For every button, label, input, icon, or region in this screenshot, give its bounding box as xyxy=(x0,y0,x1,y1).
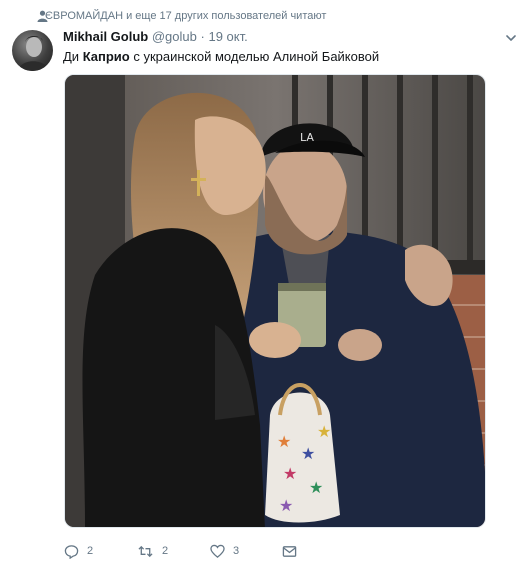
svg-text:LA: LA xyxy=(300,131,314,144)
author-handle[interactable]: @golub xyxy=(152,29,197,44)
svg-text:★: ★ xyxy=(317,422,331,441)
direct-message-button[interactable] xyxy=(282,541,297,561)
svg-text:★: ★ xyxy=(309,478,323,497)
tweet-timestamp[interactable]: 19 окт. xyxy=(208,29,247,44)
avatar[interactable] xyxy=(12,30,53,71)
avatar-photo xyxy=(18,36,49,71)
like-count: 3 xyxy=(233,545,240,557)
heart-icon xyxy=(210,544,225,558)
envelope-icon xyxy=(282,545,297,557)
reply-count: 2 xyxy=(87,545,94,557)
tweet-actions: 2 2 3 xyxy=(64,541,484,561)
reply-button[interactable]: 2 xyxy=(64,541,93,561)
retweet-icon xyxy=(138,545,153,557)
author-name[interactable]: Mikhail Golub xyxy=(63,29,148,44)
person-icon xyxy=(37,10,48,22)
tweet-header: Mikhail Golub @golub · 19 окт. xyxy=(63,28,248,45)
social-context-text: ЄВРОМАЙДАН и еще 17 других пользователей… xyxy=(45,10,327,22)
tweet-photo[interactable]: LA ★ ★ ★ ★ ★ ★ xyxy=(64,74,486,528)
retweet-count: 2 xyxy=(162,545,169,557)
social-context[interactable]: ЄВРОМАЙДАН и еще 17 других пользователей… xyxy=(37,9,327,23)
svg-text:★: ★ xyxy=(279,496,293,515)
like-button[interactable]: 3 xyxy=(210,541,239,561)
reply-icon xyxy=(64,544,79,559)
photo-illustration: LA ★ ★ ★ ★ ★ ★ xyxy=(65,75,485,527)
tweet-text-bold[interactable]: Каприо xyxy=(83,49,130,64)
tweet-text-prefix: Ди xyxy=(63,49,83,64)
separator-dot: · xyxy=(200,29,205,44)
tweet-text-suffix: с украинской моделью Алиной Байковой xyxy=(129,49,380,64)
chevron-down-icon[interactable] xyxy=(505,32,517,44)
svg-text:★: ★ xyxy=(301,444,315,463)
svg-text:★: ★ xyxy=(283,464,297,483)
svg-text:★: ★ xyxy=(277,432,291,451)
tweet-text: Ди Каприо с украинской моделью Алиной Ба… xyxy=(63,48,379,65)
retweet-button[interactable]: 2 xyxy=(137,541,168,561)
